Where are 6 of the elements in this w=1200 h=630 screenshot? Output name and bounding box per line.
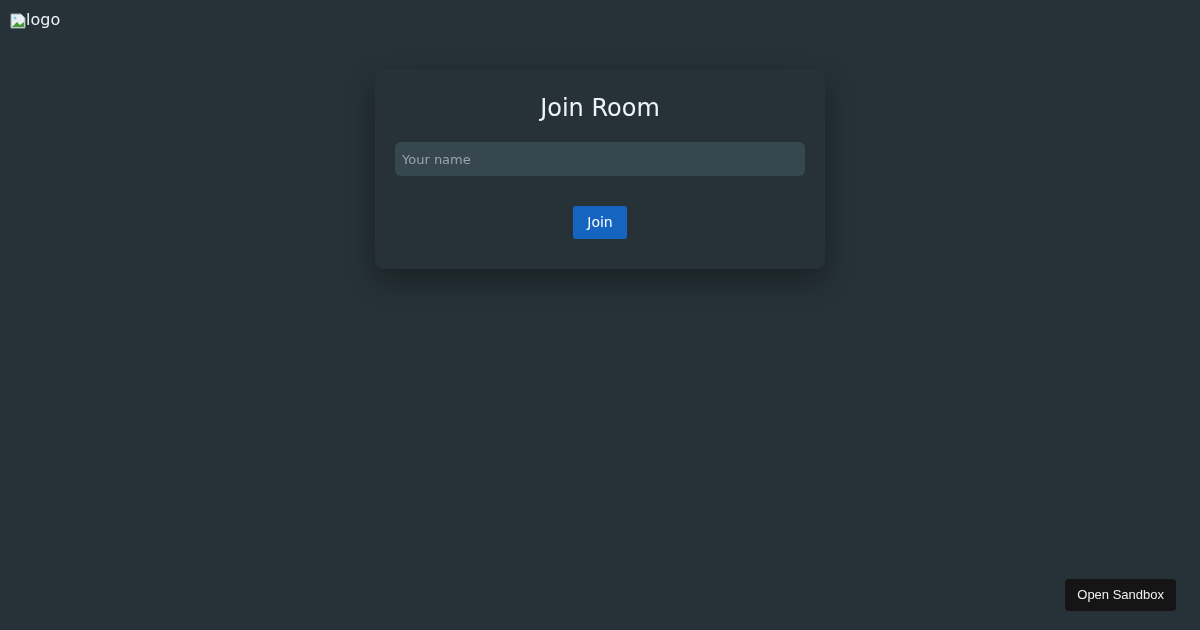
broken-image-icon [10,12,26,29]
name-input[interactable]: Your name [395,142,805,176]
card-title: Join Room [540,93,660,124]
open-sandbox-button[interactable]: Open Sandbox [1065,579,1176,611]
join-button[interactable]: Join [573,206,627,239]
logo-alt-text: logo [26,10,61,30]
